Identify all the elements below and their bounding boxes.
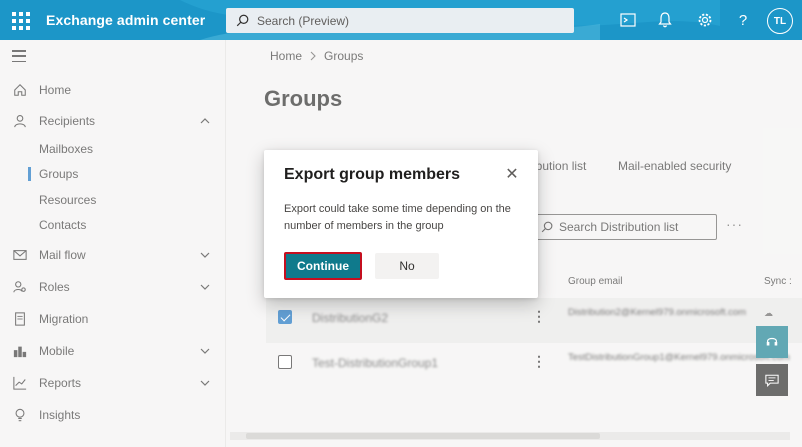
help-icon[interactable]: ? [733,10,753,30]
close-icon[interactable]: ✕ [504,166,520,183]
terminal-icon[interactable] [618,10,638,30]
user-avatar[interactable]: TL [767,8,793,34]
app-title: Exchange admin center [46,12,206,28]
app-launcher-icon[interactable] [10,10,30,30]
notifications-icon[interactable] [655,10,675,30]
global-search-input[interactable]: Search (Preview) [226,8,574,33]
no-button[interactable]: No [375,253,439,279]
settings-gear-icon[interactable] [695,10,715,30]
top-header: Exchange admin center Search (Preview) ?… [0,0,802,40]
dialog-title: Export group members [284,166,461,183]
global-search-placeholder: Search (Preview) [257,13,350,28]
continue-button[interactable]: Continue [284,252,362,280]
dialog-message: Export could take some time depending on… [284,203,511,232]
search-icon [236,14,249,27]
